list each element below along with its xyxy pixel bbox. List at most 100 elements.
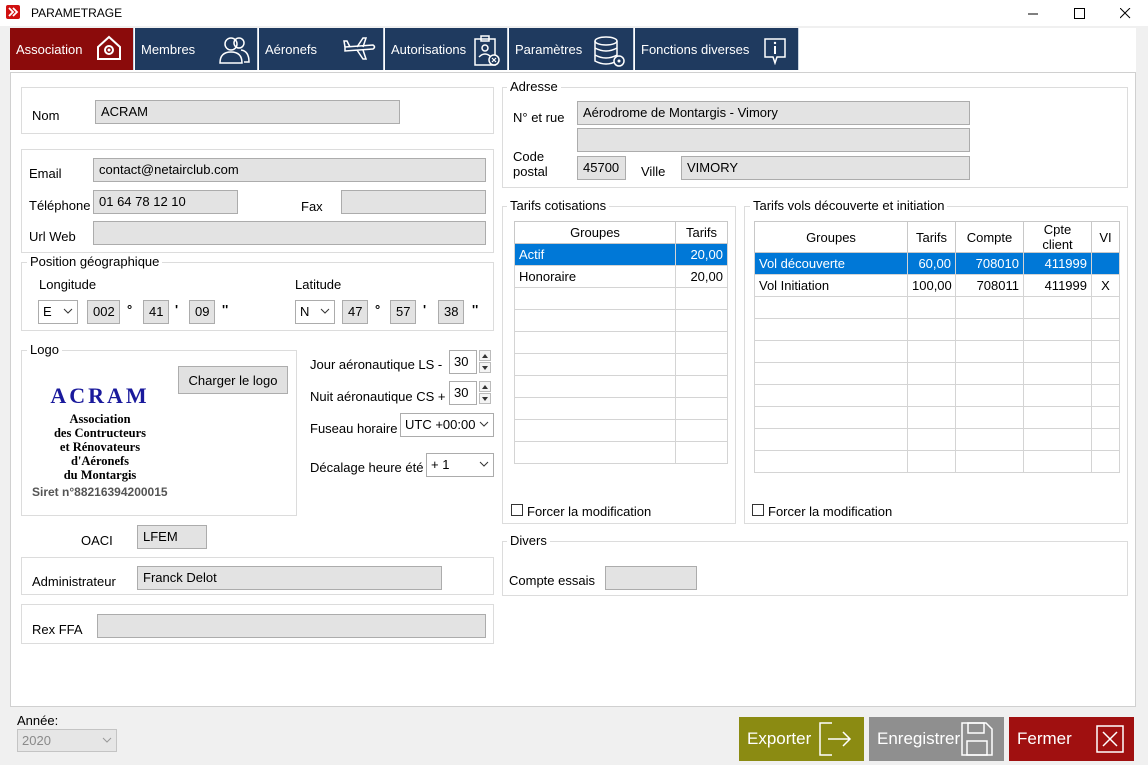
minimize-button[interactable] bbox=[1010, 0, 1056, 26]
cell bbox=[907, 318, 956, 341]
cell bbox=[1091, 384, 1120, 407]
table-row[interactable]: Actif 20,00 bbox=[514, 243, 728, 266]
table-row[interactable] bbox=[514, 397, 728, 420]
cell-vi: X bbox=[1091, 274, 1120, 297]
fuseau-select[interactable]: UTC +00:00 bbox=[400, 413, 494, 437]
annee-select[interactable]: 2020 bbox=[17, 729, 117, 752]
cell bbox=[907, 450, 956, 473]
latitude-seconds-field[interactable]: 38 bbox=[438, 300, 464, 324]
cell bbox=[754, 340, 908, 363]
table-row[interactable] bbox=[754, 450, 1120, 473]
column-header[interactable]: Tarifs bbox=[675, 221, 728, 244]
maximize-icon bbox=[1073, 7, 1085, 19]
nuit-aero-spinner[interactable] bbox=[479, 381, 491, 405]
cell bbox=[1091, 406, 1120, 429]
longitude-minutes-field[interactable]: 41 bbox=[143, 300, 169, 324]
tab-association[interactable]: Association bbox=[10, 28, 134, 70]
table-row[interactable] bbox=[514, 375, 728, 398]
table-row[interactable] bbox=[514, 419, 728, 442]
load-logo-button[interactable]: Charger le logo bbox=[178, 366, 288, 394]
maximize-button[interactable] bbox=[1056, 0, 1102, 26]
ville-field[interactable]: VIMORY bbox=[681, 156, 970, 180]
nom-field[interactable]: ACRAM bbox=[95, 100, 400, 124]
url-field[interactable] bbox=[93, 221, 486, 245]
admin-field[interactable]: Franck Delot bbox=[137, 566, 442, 590]
table-row[interactable] bbox=[514, 287, 728, 310]
latitude-minutes-field[interactable]: 57 bbox=[390, 300, 416, 324]
column-header[interactable]: Cpte client bbox=[1023, 221, 1092, 253]
table-row[interactable] bbox=[754, 406, 1120, 429]
force-decouverte-label: Forcer la modification bbox=[768, 504, 893, 519]
tab-parametres[interactable]: Paramètres bbox=[509, 28, 634, 70]
cell bbox=[1091, 318, 1120, 341]
jour-aero-field[interactable]: 30 bbox=[449, 350, 477, 374]
table-row[interactable]: Vol découverte 60,00 708010 411999 bbox=[754, 252, 1120, 275]
rex-field[interactable] bbox=[97, 614, 486, 638]
logo-line: des Contructeurs bbox=[53, 426, 146, 440]
decouverte-table: Groupes Tarifs Compte Cpte client VI Vol… bbox=[754, 221, 1120, 473]
postal-label: postal bbox=[513, 164, 548, 179]
logo-title: Logo bbox=[27, 342, 62, 357]
nuit-aero-field[interactable]: 30 bbox=[449, 381, 477, 405]
tab-membres[interactable]: Membres bbox=[135, 28, 258, 70]
column-header[interactable]: Tarifs bbox=[907, 221, 956, 253]
rue-label: N° et rue bbox=[513, 110, 565, 125]
compte-essais-field[interactable] bbox=[605, 566, 697, 590]
force-decouverte-checkbox[interactable] bbox=[752, 504, 764, 516]
table-row[interactable] bbox=[514, 309, 728, 332]
table-row[interactable]: Honoraire 20,00 bbox=[514, 265, 728, 288]
latitude-degrees-field[interactable]: 47 bbox=[342, 300, 368, 324]
annee-value: 2020 bbox=[22, 733, 51, 748]
admin-label: Administrateur bbox=[32, 574, 116, 589]
decalage-select[interactable]: + 1 bbox=[426, 453, 494, 477]
cell-groupe: Actif bbox=[514, 243, 676, 266]
oaci-field[interactable]: LFEM bbox=[137, 525, 207, 549]
window-title: PARAMETRAGE bbox=[31, 6, 123, 20]
table-row[interactable]: Vol Initiation 100,00 708011 411999 X bbox=[754, 274, 1120, 297]
longitude-seconds-field[interactable]: 09 bbox=[189, 300, 215, 324]
latitude-direction-select[interactable]: N bbox=[295, 300, 335, 324]
jour-aero-spinner[interactable] bbox=[479, 350, 491, 374]
table-row[interactable] bbox=[754, 318, 1120, 341]
column-header[interactable]: VI bbox=[1091, 221, 1120, 253]
email-field[interactable]: contact@netairclub.com bbox=[93, 158, 486, 182]
telephone-label: Téléphone bbox=[29, 198, 91, 213]
exporter-button[interactable]: Exporter bbox=[739, 717, 864, 761]
enregistrer-button[interactable]: Enregistrer bbox=[869, 717, 1004, 761]
close-window-button[interactable] bbox=[1102, 0, 1148, 26]
column-header[interactable]: Compte bbox=[955, 221, 1024, 253]
telephone-field[interactable]: 01 64 78 12 10 bbox=[93, 190, 238, 214]
table-row[interactable] bbox=[754, 296, 1120, 319]
table-row[interactable] bbox=[754, 340, 1120, 363]
fax-label: Fax bbox=[301, 199, 323, 214]
position-title: Position géographique bbox=[27, 254, 163, 269]
table-row[interactable] bbox=[754, 428, 1120, 451]
tab-fonctions-diverses[interactable]: Fonctions diverses bbox=[635, 28, 799, 70]
nuit-aero-label: Nuit aéronautique CS + bbox=[310, 389, 446, 404]
code-label: Code bbox=[513, 149, 545, 164]
cell bbox=[955, 340, 1024, 363]
column-header[interactable]: Groupes bbox=[514, 221, 676, 244]
table-row[interactable] bbox=[514, 331, 728, 354]
fax-field[interactable] bbox=[341, 190, 486, 214]
cell bbox=[955, 450, 1024, 473]
rue2-field[interactable] bbox=[577, 128, 970, 152]
longitude-degrees-field[interactable]: 002 bbox=[87, 300, 120, 324]
fermer-button[interactable]: Fermer bbox=[1009, 717, 1134, 761]
decalage-label: Décalage heure été bbox=[310, 460, 424, 475]
cell bbox=[514, 419, 676, 442]
cell bbox=[1023, 384, 1092, 407]
column-header[interactable]: Groupes bbox=[754, 221, 908, 253]
table-row[interactable] bbox=[754, 362, 1120, 385]
table-row[interactable] bbox=[514, 441, 728, 464]
rue-field[interactable]: Aérodrome de Montargis - Vimory bbox=[577, 101, 970, 125]
tab-aeronefs[interactable]: Aéronefs bbox=[259, 28, 384, 70]
longitude-direction-select[interactable]: E bbox=[38, 300, 78, 324]
table-row[interactable] bbox=[514, 353, 728, 376]
force-cotisations-checkbox[interactable] bbox=[511, 504, 523, 516]
save-icon bbox=[961, 722, 993, 756]
degree-symbol: ° bbox=[375, 302, 381, 317]
code-postal-field[interactable]: 45700 bbox=[577, 156, 626, 180]
tab-autorisations[interactable]: Autorisations bbox=[385, 28, 508, 70]
table-row[interactable] bbox=[754, 384, 1120, 407]
